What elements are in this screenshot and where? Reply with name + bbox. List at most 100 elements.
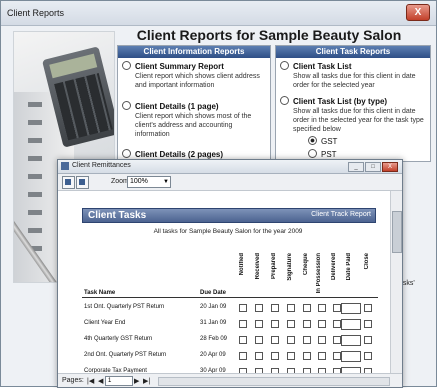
col-cheque: Cheque [303,253,309,276]
status-checkbox[interactable] [303,304,311,312]
next-page-icon[interactable]: ▶ [134,377,139,385]
radio-icon[interactable] [122,149,131,158]
panel-header: Client Information Reports [118,46,270,58]
status-checkbox[interactable] [303,336,311,344]
minimize-button[interactable]: _ [348,162,364,172]
client-information-panel: Client Information Reports Client Summar… [117,45,271,162]
radio-icon[interactable] [122,101,131,110]
panel-header: Client Task Reports [276,46,430,58]
close-checkbox[interactable] [364,320,372,328]
report-heading-right: Client Track Report [311,211,371,218]
status-checkbox[interactable] [287,352,295,360]
report-page: Client Tasks Client Track Report All tas… [58,191,390,373]
client-remittances-window[interactable]: Client Remittances _ □ X Zoom 100% ▼ Clie… [57,159,403,388]
close-checkbox[interactable] [364,336,372,344]
status-checkbox[interactable] [333,336,341,344]
radio-icon[interactable] [308,149,317,158]
status-checkbox[interactable] [303,320,311,328]
status-checkbox[interactable] [287,336,295,344]
gst-option[interactable]: GST [308,136,337,146]
client-summary-option[interactable]: Client Summary Report [122,61,224,71]
client-details-1-option[interactable]: Client Details (1 page) [122,101,219,111]
window-icon [61,162,69,170]
zoom-select[interactable]: 100% ▼ [127,176,171,188]
prev-page-icon[interactable]: ◀ [98,377,103,385]
print-icon[interactable] [62,176,75,189]
status-checkbox[interactable] [333,304,341,312]
status-checkbox[interactable] [271,352,279,360]
status-checkbox[interactable] [239,352,247,360]
status-checkbox[interactable] [318,336,326,344]
status-checkbox[interactable] [287,304,295,312]
date-paid-field[interactable] [341,335,361,346]
chevron-down-icon[interactable]: ▼ [163,177,169,187]
maximize-button[interactable]: □ [365,162,381,172]
inner-window-title: Client Remittances [72,162,131,169]
status-checkbox[interactable] [255,320,263,328]
col-close: Close [364,253,370,270]
task-name: 1st Ont. Quarterly PST Return [84,304,165,310]
due-date: 28 Feb 09 [200,336,228,342]
inner-close-button[interactable]: X [382,162,398,172]
radio-selected-icon[interactable] [308,136,317,145]
pst-option[interactable]: PST [308,149,337,159]
last-page-icon[interactable]: ▶| [143,377,150,385]
close-checkbox[interactable] [364,304,372,312]
status-checkbox[interactable] [271,320,279,328]
page-number-input[interactable]: 1 [105,376,133,386]
client-task-list-by-type-option[interactable]: Client Task List (by type) [280,96,387,106]
status-checkbox[interactable] [303,352,311,360]
inner-title-bar: Client Remittances _ □ X [58,160,402,174]
option-description: Show all tasks due for this client in da… [293,73,416,89]
status-checkbox[interactable] [271,304,279,312]
page-nav-bar: Pages: |◀ ◀ 1 ▶ ▶| [58,373,402,387]
client-task-list-option[interactable]: Client Task List [280,61,352,71]
status-checkbox[interactable] [318,304,326,312]
pages-label: Pages: [62,377,84,384]
vertical-scrollbar[interactable] [390,191,402,373]
date-paid-field[interactable] [341,351,361,362]
status-checkbox[interactable] [333,320,341,328]
status-checkbox[interactable] [239,320,247,328]
task-name: Client Year End [84,320,126,326]
radio-icon[interactable] [122,61,131,70]
col-task-name: Task Name [84,290,116,296]
status-checkbox[interactable] [271,336,279,344]
header-divider [82,297,378,298]
preview-toolbar: Zoom 100% ▼ [58,174,402,191]
radio-icon[interactable] [280,96,289,105]
horizontal-scrollbar[interactable] [158,377,390,386]
status-checkbox[interactable] [239,336,247,344]
col-due-date: Due Date [200,290,227,296]
due-date: 31 Jan 09 [200,320,227,326]
option-description: Client report which shows most of the cl… [135,113,252,138]
col-notified: Notified [239,253,245,276]
due-date: 20 Jan 09 [200,304,227,310]
status-checkbox[interactable] [287,320,295,328]
first-page-icon[interactable]: |◀ [87,377,94,385]
scroll-thumb[interactable] [392,211,402,253]
client-task-panel: Client Task Reports Client Task List Sho… [275,45,431,162]
client-details-2-option[interactable]: Client Details (2 pages) [122,149,223,159]
status-checkbox[interactable] [255,352,263,360]
status-checkbox[interactable] [333,352,341,360]
close-checkbox[interactable] [364,352,372,360]
col-prepared: Prepared [271,253,277,280]
status-checkbox[interactable] [255,304,263,312]
export-icon[interactable] [76,176,89,189]
page-title: Client Reports for Sample Beauty Salon [136,27,402,43]
client-reports-window: Client Reports X Client Reports for Samp… [0,0,437,388]
window-title: Client Reports [7,8,65,18]
task-name: 2nd Ont. Quarterly PST Return [84,352,167,358]
col-date-paid: Date Paid [346,253,352,281]
status-checkbox[interactable] [318,352,326,360]
status-checkbox[interactable] [239,304,247,312]
close-button[interactable]: X [406,4,430,21]
option-description: Show all tasks due for this client in da… [293,108,424,133]
date-paid-field[interactable] [341,319,361,330]
option-description: Client report which shows client address… [135,73,260,89]
date-paid-field[interactable] [341,303,361,314]
radio-icon[interactable] [280,61,289,70]
status-checkbox[interactable] [255,336,263,344]
status-checkbox[interactable] [318,320,326,328]
